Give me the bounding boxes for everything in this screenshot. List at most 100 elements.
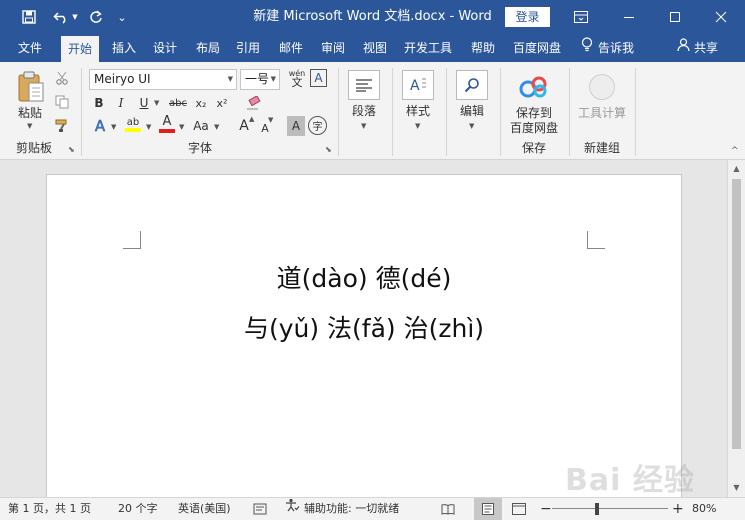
- highlight-button[interactable]: ab: [122, 114, 144, 134]
- zoom-slider[interactable]: [552, 508, 668, 509]
- document-line-1[interactable]: 道(dào) 德(dé): [47, 259, 681, 295]
- document-line-2[interactable]: 与(yǔ) 法(fǎ) 治(zhì): [47, 309, 681, 345]
- editing-dropdown-icon[interactable]: ▼: [469, 122, 474, 130]
- character-shading-button[interactable]: A: [287, 116, 305, 136]
- editing-label[interactable]: 编辑: [452, 104, 492, 119]
- italic-button[interactable]: I: [113, 93, 129, 113]
- highlight-color-swatch: [125, 127, 141, 132]
- tool-calculate-icon[interactable]: [586, 72, 618, 102]
- close-icon[interactable]: [698, 0, 743, 34]
- clear-formatting-icon[interactable]: [244, 93, 264, 113]
- strikethrough-button[interactable]: abc: [167, 93, 189, 113]
- baidu-netdisk-icon[interactable]: [517, 72, 551, 102]
- save-icon[interactable]: [18, 0, 40, 34]
- tell-me-search[interactable]: 告诉我: [574, 34, 641, 62]
- bold-button[interactable]: B: [91, 93, 107, 113]
- login-button[interactable]: 登录: [505, 7, 550, 27]
- underline-button[interactable]: U: [136, 93, 152, 113]
- print-layout-icon[interactable]: [474, 498, 502, 520]
- phonetic-guide-button[interactable]: wén 文: [286, 68, 308, 88]
- customize-qat-icon[interactable]: ⌄: [114, 0, 130, 34]
- text-effects-button[interactable]: A: [91, 116, 109, 136]
- scroll-down-icon[interactable]: ▼: [728, 479, 745, 496]
- scroll-thumb[interactable]: [732, 179, 741, 449]
- character-border-button[interactable]: A: [310, 69, 327, 87]
- tab-home[interactable]: 开始: [61, 36, 100, 62]
- accessibility-status: 辅助功能: 一切就绪: [304, 502, 400, 515]
- new-group-label: 新建组: [583, 141, 620, 155]
- enclose-characters-button[interactable]: 字: [308, 116, 327, 135]
- lightbulb-icon: [581, 34, 593, 62]
- styles-label[interactable]: 样式: [398, 104, 438, 119]
- font-name-select[interactable]: Meiryo UI ▼: [89, 69, 237, 90]
- tab-design[interactable]: 设计: [146, 34, 184, 62]
- styles-icon[interactable]: A: [402, 70, 434, 100]
- tab-review[interactable]: 审阅: [314, 34, 352, 62]
- cut-icon[interactable]: [52, 68, 72, 88]
- title-bar: ▼ ⌄ 新建 Microsoft Word 文档.docx - Word 登录: [0, 0, 745, 34]
- paragraph-icon[interactable]: [348, 70, 380, 100]
- zoom-out-icon[interactable]: −: [540, 498, 552, 520]
- share-button[interactable]: 共享: [670, 34, 725, 62]
- collapse-ribbon-icon[interactable]: ^: [731, 146, 739, 156]
- save-to-baidu-label-line1[interactable]: 保存到: [503, 106, 565, 121]
- tab-layout[interactable]: 布局: [189, 34, 227, 62]
- styles-dropdown-icon[interactable]: ▼: [415, 122, 420, 130]
- minimize-icon[interactable]: [606, 0, 651, 34]
- paragraph-dropdown-icon[interactable]: ▼: [361, 122, 366, 130]
- format-painter-icon[interactable]: [52, 116, 72, 136]
- group-separator: [446, 68, 447, 156]
- zoom-percent[interactable]: 80%: [692, 498, 716, 520]
- highlight-dropdown-icon[interactable]: ▼: [146, 123, 151, 131]
- scroll-up-icon[interactable]: ▲: [728, 160, 745, 177]
- highlighter-icon: ab: [126, 116, 140, 128]
- paste-label[interactable]: 粘贴: [12, 106, 48, 121]
- tab-mailings[interactable]: 邮件: [272, 34, 310, 62]
- tab-references[interactable]: 引用: [229, 34, 267, 62]
- superscript-button[interactable]: x²: [213, 93, 231, 113]
- change-case-button[interactable]: Aa: [190, 116, 212, 136]
- font-launcher-icon[interactable]: ⬊: [325, 145, 332, 154]
- tab-view[interactable]: 视图: [356, 34, 394, 62]
- word-count[interactable]: 20 个字: [118, 498, 158, 520]
- font-color-button[interactable]: A: [157, 114, 177, 134]
- copy-icon[interactable]: [52, 92, 72, 112]
- font-size-select[interactable]: 一号 ▼: [240, 69, 280, 90]
- tool-calculate-label[interactable]: 工具计算: [574, 106, 630, 121]
- group-separator: [500, 68, 501, 156]
- tab-developer[interactable]: 开发工具: [397, 34, 459, 62]
- undo-icon[interactable]: [50, 0, 72, 34]
- accessibility-icon: [284, 498, 300, 520]
- ribbon-display-options-icon[interactable]: [558, 0, 603, 34]
- change-case-dropdown-icon[interactable]: ▼: [214, 123, 219, 131]
- redo-icon[interactable]: [85, 0, 107, 34]
- paste-icon[interactable]: [14, 68, 48, 106]
- zoom-slider-thumb[interactable]: [595, 503, 600, 515]
- accessibility-checker[interactable]: 辅助功能: 一切就绪: [284, 498, 399, 520]
- text-effects-dropdown-icon[interactable]: ▼: [111, 123, 116, 131]
- font-color-dropdown-icon[interactable]: ▼: [179, 123, 184, 131]
- read-mode-icon[interactable]: [441, 498, 455, 520]
- clipboard-launcher-icon[interactable]: ⬊: [68, 145, 75, 154]
- vertical-scrollbar[interactable]: ▲ ▼: [727, 160, 745, 497]
- tab-baidu-netdisk[interactable]: 百度网盘: [506, 34, 568, 62]
- save-to-baidu-label-line2[interactable]: 百度网盘: [503, 121, 565, 136]
- tab-file[interactable]: 文件: [11, 34, 49, 62]
- search-icon[interactable]: [456, 70, 488, 100]
- undo-dropdown-icon[interactable]: ▼: [70, 0, 80, 34]
- status-bar: 第 1 页，共 1 页 20 个字 英语(美国) 辅助功能: 一切就绪 − + …: [0, 497, 745, 520]
- paste-dropdown-icon[interactable]: ▼: [27, 122, 32, 130]
- underline-dropdown-icon[interactable]: ▼: [154, 99, 159, 107]
- group-separator: [635, 68, 636, 156]
- maximize-icon[interactable]: [652, 0, 697, 34]
- tab-insert[interactable]: 插入: [105, 34, 143, 62]
- tab-help[interactable]: 帮助: [464, 34, 502, 62]
- language-indicator[interactable]: 英语(美国): [178, 498, 231, 520]
- page-info[interactable]: 第 1 页，共 1 页: [8, 498, 91, 520]
- subscript-button[interactable]: x₂: [192, 93, 210, 113]
- zoom-in-icon[interactable]: +: [672, 498, 684, 520]
- web-layout-icon[interactable]: [512, 498, 526, 520]
- paragraph-label[interactable]: 段落: [344, 104, 384, 119]
- shrink-font-arrow-icon: ▼: [268, 116, 274, 124]
- macro-record-icon[interactable]: [253, 498, 267, 520]
